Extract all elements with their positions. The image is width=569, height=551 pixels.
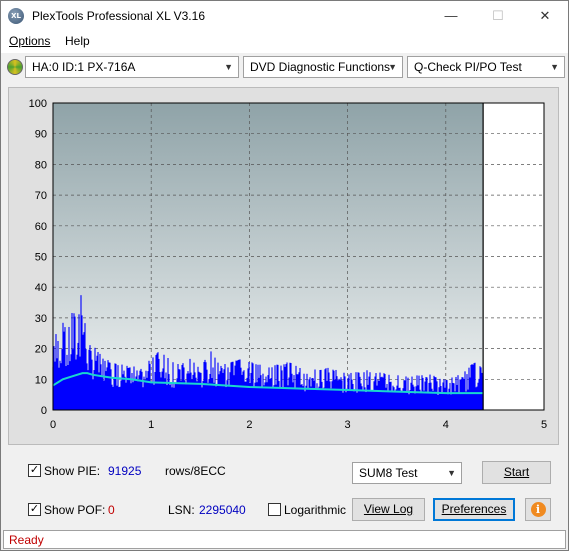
disc-drive-icon — [7, 59, 23, 75]
window-title: PlexTools Professional XL V3.16 — [32, 9, 205, 23]
y-tick-label: 80 — [35, 159, 47, 171]
y-tick-label: 60 — [35, 221, 47, 233]
info-button[interactable]: i — [525, 498, 551, 521]
show-pof-label: Show POF: — [44, 503, 106, 517]
menu-help[interactable]: Help — [65, 34, 90, 48]
sum8-select-value: SUM8 Test — [359, 466, 418, 480]
x-tick-label: 4 — [443, 419, 449, 431]
minimize-button[interactable]: — — [428, 1, 474, 31]
rows-unit-label: rows/8ECC — [165, 464, 226, 478]
start-button[interactable]: Start — [482, 461, 551, 484]
test-select[interactable]: Q-Check PI/PO Test ▼ — [407, 56, 565, 78]
y-tick-label: 0 — [41, 405, 47, 417]
show-pie-checkbox[interactable]: ✓ — [28, 464, 41, 477]
view-log-button-label: View Log — [363, 502, 414, 516]
x-tick-label: 5 — [541, 419, 547, 431]
drive-select[interactable]: HA:0 ID:1 PX-716A ▼ — [25, 56, 239, 78]
chart-panel: 0 10 20 30 40 50 60 70 80 90 100 0 1 2 3 4 5 — [8, 87, 559, 445]
show-pie-label: Show PIE: — [44, 464, 101, 478]
x-tick-label: 2 — [246, 419, 252, 431]
chevron-down-icon: ▼ — [447, 468, 456, 478]
menu-options-label: Options — [9, 34, 51, 48]
view-log-button[interactable]: View Log — [352, 498, 425, 521]
y-tick-label: 30 — [35, 313, 47, 325]
app-window: XL PlexTools Professional XL V3.16 — ☐ ✕… — [0, 0, 569, 551]
lsn-label: LSN: — [168, 503, 195, 517]
chevron-down-icon: ▼ — [224, 62, 233, 72]
close-button[interactable]: ✕ — [522, 1, 568, 31]
x-tick-label: 1 — [148, 419, 154, 431]
menu-options[interactable]: Options — [9, 34, 50, 48]
menu-help-label: Help — [65, 34, 90, 48]
start-button-label: Start — [503, 465, 530, 479]
title-bar: XL PlexTools Professional XL V3.16 — ☐ ✕ — [1, 1, 568, 31]
logarithmic-label: Logarithmic — [284, 503, 347, 517]
preferences-button[interactable]: Preferences — [433, 498, 515, 521]
chevron-down-icon: ▼ — [550, 62, 559, 72]
maximize-button[interactable]: ☐ — [475, 1, 521, 31]
x-tick-label: 0 — [50, 419, 56, 431]
function-select[interactable]: DVD Diagnostic Functions ▼ — [243, 56, 403, 78]
chevron-down-icon: ▼ — [388, 62, 397, 72]
x-tick-label: 3 — [345, 419, 351, 431]
y-tick-label: 70 — [35, 190, 47, 202]
y-tick-label: 100 — [29, 98, 47, 110]
y-tick-label: 50 — [35, 252, 47, 264]
status-text: Ready — [9, 533, 44, 547]
y-tick-label: 40 — [35, 282, 47, 294]
status-bar: Ready — [3, 530, 566, 549]
sum8-select[interactable]: SUM8 Test ▼ — [352, 462, 462, 484]
logarithmic-checkbox[interactable] — [268, 503, 281, 516]
y-tick-label: 20 — [35, 344, 47, 356]
plot-data-region — [53, 103, 484, 410]
test-select-value: Q-Check PI/PO Test — [414, 60, 522, 74]
lsn-value: 2295040 — [199, 503, 246, 517]
drive-select-value: HA:0 ID:1 PX-716A — [32, 60, 136, 74]
info-icon: i — [530, 502, 546, 517]
pie-count: 91925 — [108, 464, 142, 478]
show-pof-checkbox[interactable]: ✓ — [28, 503, 41, 516]
pipo-chart: 0 10 20 30 40 50 60 70 80 90 100 0 1 2 3 4 5 — [29, 98, 547, 431]
y-tick-label: 10 — [35, 374, 47, 386]
function-select-value: DVD Diagnostic Functions — [250, 60, 391, 74]
pof-count: 0 — [108, 503, 115, 517]
y-tick-label: 90 — [35, 129, 47, 141]
app-logo-icon: XL — [8, 8, 24, 24]
preferences-button-label: Preferences — [441, 502, 507, 516]
